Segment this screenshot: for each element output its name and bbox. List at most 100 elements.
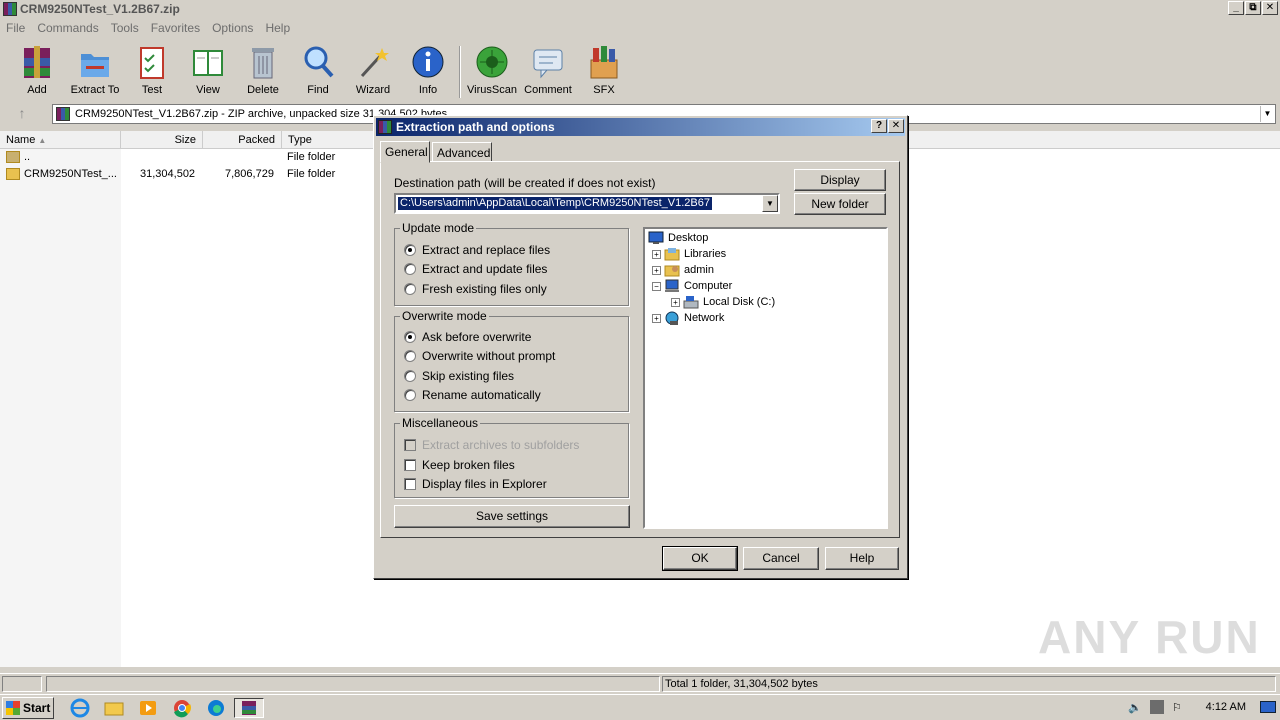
option-label: Display files in Explorer bbox=[422, 477, 547, 491]
toolbar: Add Extract To Test View Delete Find Wiz… bbox=[0, 40, 1280, 100]
tree-node-admin[interactable]: + admin bbox=[652, 262, 714, 278]
chrome-taskbar-icon[interactable] bbox=[170, 698, 194, 718]
dialog-close-button[interactable]: ✕ bbox=[888, 119, 904, 133]
option-label: Extract and update files bbox=[422, 262, 548, 276]
network-icon[interactable] bbox=[1150, 700, 1164, 714]
menu-options[interactable]: Options bbox=[206, 21, 259, 35]
sort-ascending-icon: ▲ bbox=[38, 136, 47, 145]
tree-node-local-disk[interactable]: + Local Disk (C:) bbox=[671, 294, 775, 310]
delete-button[interactable]: Delete bbox=[233, 44, 293, 96]
new-folder-button[interactable]: New folder bbox=[794, 193, 886, 215]
minimize-button[interactable]: _ bbox=[1228, 1, 1244, 15]
restore-button[interactable]: ⧉ bbox=[1245, 1, 1261, 15]
display-button[interactable]: Display bbox=[794, 169, 886, 191]
checkbox bbox=[404, 459, 416, 471]
checkbox-keep-broken-files[interactable]: Keep broken files bbox=[404, 458, 515, 472]
action-center-flag-icon[interactable]: ⚐ bbox=[1172, 701, 1182, 714]
view-button[interactable]: View bbox=[178, 44, 238, 96]
checkbox bbox=[404, 439, 416, 451]
add-button[interactable]: Add bbox=[7, 44, 67, 96]
winrar-app-icon bbox=[3, 2, 17, 16]
show-desktop-icon[interactable] bbox=[1260, 701, 1276, 713]
help-button[interactable]: Help bbox=[825, 547, 899, 570]
column-size[interactable]: Size bbox=[121, 131, 203, 149]
tree-node-libraries[interactable]: + Libraries bbox=[652, 246, 726, 262]
sfx-button[interactable]: SFX bbox=[574, 44, 634, 96]
winrar-taskbar-icon[interactable] bbox=[234, 698, 264, 718]
menu-help[interactable]: Help bbox=[259, 21, 296, 35]
menu-commands[interactable]: Commands bbox=[31, 21, 104, 35]
wizard-button[interactable]: Wizard bbox=[343, 44, 403, 96]
ok-button[interactable]: OK bbox=[662, 546, 738, 571]
option-label: Rename automatically bbox=[422, 388, 541, 402]
destination-path-combo[interactable]: C:\Users\admin\AppData\Local\Temp\CRM925… bbox=[394, 193, 780, 214]
expand-icon[interactable]: + bbox=[671, 297, 680, 307]
drive-status-icon[interactable] bbox=[2, 676, 42, 692]
update-mode-group: Update mode Extract and replace files Ex… bbox=[394, 221, 629, 306]
combo-dropdown-icon[interactable]: ▼ bbox=[762, 195, 778, 212]
address-dropdown-button[interactable]: ▼ bbox=[1260, 106, 1274, 122]
checkbox bbox=[404, 478, 416, 490]
edge-taskbar-icon[interactable] bbox=[204, 698, 228, 718]
comment-button[interactable]: Comment bbox=[518, 44, 578, 96]
folder-tree[interactable]: Desktop + Libraries + admin − Computer +… bbox=[643, 227, 888, 529]
sfx-label: SFX bbox=[593, 84, 615, 96]
find-button[interactable]: Find bbox=[288, 44, 348, 96]
start-button[interactable]: Start bbox=[2, 697, 54, 719]
speaker-icon[interactable]: 🔈 bbox=[1128, 701, 1142, 714]
tree-node-network[interactable]: + Network bbox=[652, 310, 724, 326]
system-tray: 🔈 ⚐ 4:12 AM bbox=[1120, 697, 1280, 719]
tree-node-desktop[interactable]: Desktop bbox=[648, 230, 708, 246]
radio-button bbox=[404, 331, 416, 343]
overwrite-mode-group: Overwrite mode Ask before overwrite Over… bbox=[394, 309, 629, 412]
menu-file[interactable]: File bbox=[0, 21, 31, 35]
expand-icon[interactable]: + bbox=[652, 313, 661, 323]
table-row[interactable]: CRM9250NTest_... 31,304,502 7,806,729 Fi… bbox=[0, 166, 380, 183]
ie-taskbar-icon[interactable] bbox=[68, 698, 92, 718]
save-settings-button[interactable]: Save settings bbox=[394, 505, 630, 528]
explorer-taskbar-icon[interactable] bbox=[102, 698, 126, 718]
radio-skip-existing[interactable]: Skip existing files bbox=[404, 369, 514, 383]
up-arrow-icon[interactable]: ↑ bbox=[10, 105, 34, 123]
tree-node-computer[interactable]: − Computer bbox=[652, 278, 732, 294]
menu-favorites[interactable]: Favorites bbox=[145, 21, 206, 35]
info-button[interactable]: Info bbox=[398, 44, 458, 96]
extract-to-icon bbox=[78, 44, 112, 80]
winrar-dialog-icon bbox=[378, 120, 392, 134]
media-player-taskbar-icon[interactable] bbox=[136, 698, 160, 718]
tab-general[interactable]: General bbox=[380, 141, 430, 163]
column-type[interactable]: Type bbox=[282, 131, 382, 149]
expand-icon[interactable]: + bbox=[652, 265, 661, 275]
name-column-shade bbox=[0, 149, 121, 667]
column-packed[interactable]: Packed bbox=[203, 131, 282, 149]
libraries-icon bbox=[664, 248, 680, 261]
radio-rename-automatically[interactable]: Rename automatically bbox=[404, 388, 541, 402]
miscellaneous-title: Miscellaneous bbox=[400, 416, 481, 430]
virusscan-icon bbox=[475, 44, 509, 80]
virusscan-button[interactable]: VirusScan bbox=[462, 44, 522, 96]
tree-label: Local Disk (C:) bbox=[703, 296, 776, 308]
close-button[interactable]: ✕ bbox=[1262, 1, 1278, 15]
collapse-icon[interactable]: − bbox=[652, 281, 661, 291]
dialog-help-button[interactable]: ? bbox=[871, 119, 887, 133]
tab-advanced[interactable]: Advanced bbox=[432, 142, 492, 162]
test-button[interactable]: Test bbox=[122, 44, 182, 96]
find-icon bbox=[301, 44, 335, 80]
radio-fresh-existing[interactable]: Fresh existing files only bbox=[404, 282, 547, 296]
radio-ask-before-overwrite[interactable]: Ask before overwrite bbox=[404, 330, 531, 344]
column-name[interactable]: Name ▲ bbox=[0, 131, 121, 149]
menu-tools[interactable]: Tools bbox=[105, 21, 145, 35]
clock[interactable]: 4:12 AM bbox=[1206, 701, 1246, 713]
tree-label: Desktop bbox=[668, 232, 709, 244]
checkbox-display-in-explorer[interactable]: Display files in Explorer bbox=[404, 477, 547, 491]
radio-extract-replace[interactable]: Extract and replace files bbox=[404, 243, 550, 257]
cancel-button[interactable]: Cancel bbox=[743, 547, 819, 570]
table-row[interactable]: .. File folder bbox=[0, 149, 380, 166]
status-bar: Total 1 folder, 31,304,502 bytes bbox=[0, 673, 1280, 693]
extract-to-button[interactable]: Extract To bbox=[65, 44, 125, 96]
radio-overwrite-without-prompt[interactable]: Overwrite without prompt bbox=[404, 349, 555, 363]
expand-icon[interactable]: + bbox=[652, 249, 661, 259]
info-label: Info bbox=[418, 84, 438, 96]
radio-extract-update[interactable]: Extract and update files bbox=[404, 262, 547, 276]
local-disk-icon bbox=[683, 296, 699, 309]
